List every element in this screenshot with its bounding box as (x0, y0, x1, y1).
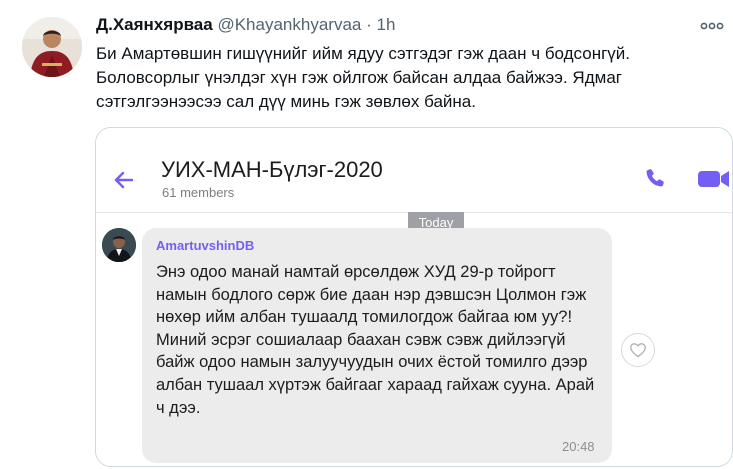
tweet-timestamp[interactable]: 1h (377, 15, 396, 34)
back-arrow-icon[interactable] (112, 168, 136, 192)
separator-dot: · (366, 15, 372, 34)
tweet-text: Би Амартөвшин гишүүнийг ийм ядуу сэтгэдэ… (96, 44, 631, 111)
message-time: 20:48 (562, 439, 595, 454)
tweet: Д.Хаянхярваа @Khayankhyarvaa · 1h Би Ама… (0, 0, 733, 469)
heart-outline-icon (630, 343, 646, 358)
video-camera-icon[interactable] (697, 168, 731, 190)
sender-avatar[interactable] (102, 228, 136, 262)
author-handle[interactable]: @Khayankhyarvaa (217, 15, 361, 34)
tweet-header: Д.Хаянхярваа @Khayankhyarvaa · 1h (96, 14, 395, 36)
like-button[interactable] (621, 333, 655, 367)
author-avatar[interactable] (22, 17, 82, 77)
more-dots-icon[interactable] (700, 16, 724, 36)
chat-title: УИХ-МАН-Бүлэг-2020 (161, 157, 383, 182)
chat-header: УИХ-МАН-Бүлэг-2020 61 members (96, 128, 732, 213)
chat-body: Today AmartuvshinDB Энэ одоо манай намта… (96, 212, 732, 466)
chat-member-count: 61 members (162, 185, 235, 200)
message-text: Энэ одоо манай намтай өрсөлдөж ХУД 29-р … (156, 263, 595, 417)
attached-image[interactable]: УИХ-МАН-Бүлэг-2020 61 members Today Amar… (95, 127, 733, 467)
author-name[interactable]: Д.Хаянхярваа (96, 15, 213, 34)
author-avatar-image (22, 17, 82, 77)
phone-icon[interactable] (644, 167, 666, 189)
message-bubble[interactable]: AmartuvshinDB Энэ одоо манай намтай өрсө… (142, 228, 612, 463)
sender-name[interactable]: AmartuvshinDB (156, 238, 254, 253)
